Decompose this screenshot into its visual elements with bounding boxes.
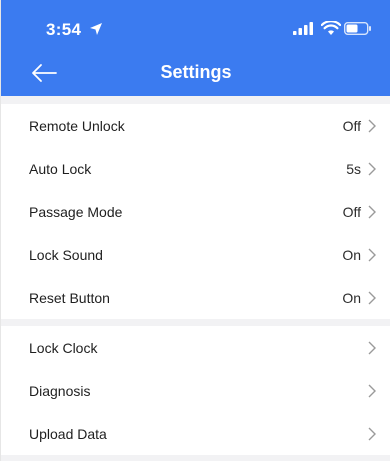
row-value: 5s — [346, 160, 361, 177]
chevron-right-icon — [368, 341, 376, 354]
row-value: On — [342, 289, 361, 306]
row-label: Reset Button — [29, 289, 110, 306]
row-auto-lock[interactable]: Auto Lock 5s — [1, 147, 390, 190]
row-value: On — [342, 246, 361, 263]
battery-icon — [344, 22, 371, 35]
row-label: Passage Mode — [29, 203, 123, 220]
tools-group: Lock Clock Diagnosis Upload Data — [1, 326, 390, 455]
settings-screen: 3:54 Settings Remote Unlock Off Auto Loc… — [0, 0, 390, 461]
row-diagnosis[interactable]: Diagnosis — [1, 369, 390, 412]
chevron-right-icon — [368, 427, 376, 440]
chevron-right-icon — [368, 384, 376, 397]
nav-bar: Settings — [1, 48, 390, 96]
row-lock-clock[interactable]: Lock Clock — [1, 326, 390, 369]
row-label: Auto Lock — [29, 160, 92, 177]
status-bar: 3:54 — [1, 0, 390, 48]
row-remote-unlock[interactable]: Remote Unlock Off — [1, 104, 390, 147]
chevron-right-icon — [368, 248, 376, 261]
row-label: Upload Data — [29, 425, 107, 442]
chevron-right-icon — [368, 205, 376, 218]
chevron-right-icon — [368, 291, 376, 304]
settings-content: Remote Unlock Off Auto Lock 5s Passage M… — [1, 96, 390, 461]
wifi-icon — [321, 21, 341, 35]
row-label: Diagnosis — [29, 382, 91, 399]
cellular-signal-icon — [293, 22, 313, 35]
status-time: 3:54 — [46, 20, 82, 39]
lock-settings-group: Remote Unlock Off Auto Lock 5s Passage M… — [1, 104, 390, 319]
row-passage-mode[interactable]: Passage Mode Off — [1, 190, 390, 233]
chevron-right-icon — [368, 162, 376, 175]
page-title: Settings — [160, 62, 232, 82]
row-label: Lock Sound — [29, 246, 103, 263]
row-value: Off — [342, 203, 361, 220]
row-reset-button[interactable]: Reset Button On — [1, 276, 390, 319]
row-value: Off — [342, 117, 361, 134]
row-lock-sound[interactable]: Lock Sound On — [1, 233, 390, 276]
top-bar: 3:54 Settings — [1, 0, 390, 96]
row-label: Lock Clock — [29, 339, 98, 356]
row-upload-data[interactable]: Upload Data — [1, 412, 390, 455]
location-arrow-icon — [90, 23, 102, 35]
row-label: Remote Unlock — [29, 117, 125, 134]
chevron-right-icon — [368, 119, 376, 132]
